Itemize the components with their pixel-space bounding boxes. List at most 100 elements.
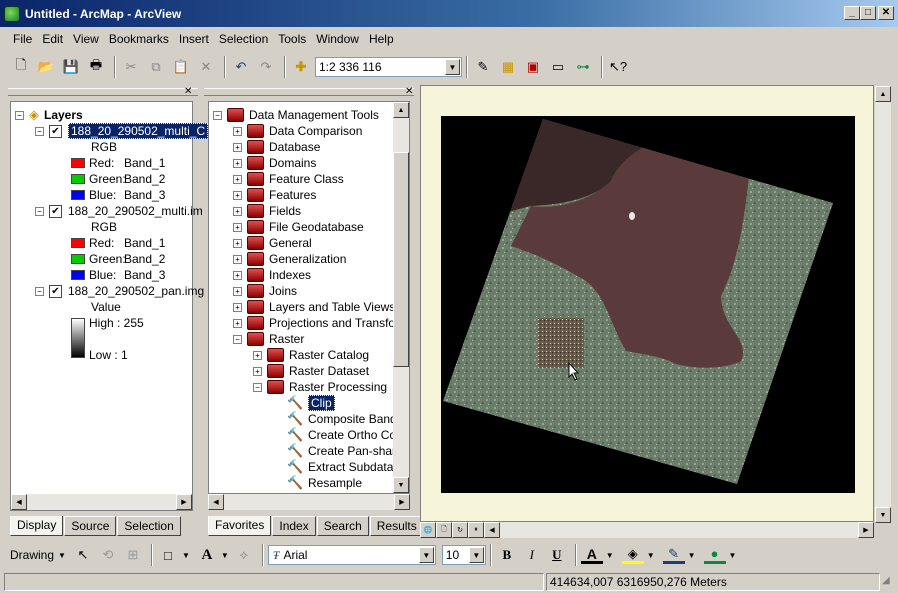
tool-item[interactable]: 🔨 Create Pan-sharp bbox=[287, 443, 403, 459]
tool-item[interactable]: 🔨 Composite Bands bbox=[287, 411, 403, 427]
undo-icon[interactable]: ↶ bbox=[230, 56, 252, 78]
rectangle-icon[interactable]: □ bbox=[157, 544, 179, 566]
toolset-raster-processing[interactable]: − Raster Processing bbox=[253, 379, 387, 395]
scroll-right-icon[interactable]: ▶ bbox=[394, 494, 410, 510]
expand-icon[interactable]: + bbox=[233, 270, 242, 280]
delete-icon[interactable]: ✕ bbox=[195, 56, 217, 78]
toolbox-grip[interactable] bbox=[204, 88, 414, 96]
expand-icon[interactable]: + bbox=[233, 174, 242, 184]
chevron-down-icon[interactable]: ▼ bbox=[58, 551, 66, 560]
layer-name[interactable]: 188_20_290502_pan.img bbox=[68, 284, 204, 298]
tab-source[interactable]: Source bbox=[64, 516, 117, 536]
menu-edit[interactable]: Edit bbox=[37, 32, 68, 46]
scroll-right-icon[interactable]: ▶ bbox=[176, 494, 192, 510]
toolbox-horizontal-scrollbar[interactable]: ◀ ▶ bbox=[208, 494, 410, 510]
toc-horizontal-scrollbar[interactable]: ◀ ▶ bbox=[11, 494, 192, 510]
close-button[interactable]: ✕ bbox=[878, 6, 894, 20]
toolbox-close-icon[interactable]: ✕ bbox=[405, 86, 413, 97]
tab-index[interactable]: Index bbox=[272, 516, 316, 536]
whats-this-help-icon[interactable]: ↖? bbox=[607, 56, 629, 78]
edit-vertices-icon[interactable]: ⟡ bbox=[233, 544, 255, 566]
expand-icon[interactable]: + bbox=[233, 238, 242, 248]
scroll-left-icon[interactable]: ◀ bbox=[208, 494, 224, 510]
menu-window[interactable]: Window bbox=[311, 32, 364, 46]
toolset-item[interactable]: + Raster Catalog bbox=[253, 347, 369, 363]
underline-button[interactable]: U bbox=[546, 544, 568, 566]
save-icon[interactable]: 💾 bbox=[60, 56, 82, 78]
font-name-combo[interactable]: Ŧ Arial ▼ bbox=[267, 545, 436, 565]
scroll-down-icon[interactable]: ▼ bbox=[393, 477, 409, 493]
collapse-icon[interactable]: − bbox=[233, 334, 242, 344]
toc-layer-2[interactable]: − ✔ 188_20_290502_multi.im bbox=[35, 203, 203, 219]
pause-drawing-icon[interactable]: ⏸ bbox=[468, 522, 484, 538]
command-line-icon[interactable]: ▭ bbox=[547, 56, 569, 78]
toolset-item[interactable]: + Projections and Transform bbox=[233, 315, 409, 331]
toolbox-root[interactable]: − Data Management Tools bbox=[213, 107, 379, 123]
layout-view-icon[interactable]: 🗋 bbox=[436, 522, 452, 538]
toc-layer-3[interactable]: − ✔ 188_20_290502_pan.img bbox=[35, 283, 204, 299]
model-builder-icon[interactable]: ⊶ bbox=[572, 56, 594, 78]
collapse-icon[interactable]: − bbox=[15, 110, 24, 120]
tool-item[interactable]: 🔨 Create Ortho Corr bbox=[287, 427, 404, 443]
chevron-down-icon[interactable]: ▼ bbox=[445, 59, 460, 75]
layer-visibility-checkbox[interactable]: ✔ bbox=[49, 204, 62, 218]
map-vertical-scrollbar[interactable]: ▲ ▼ bbox=[875, 86, 891, 523]
chevron-down-icon[interactable]: ▼ bbox=[647, 551, 655, 560]
toolset-item[interactable]: + Layers and Table Views bbox=[233, 299, 395, 315]
toolbox-vertical-scrollbar[interactable]: ▲ ▼ bbox=[393, 102, 409, 493]
map-scale-combo[interactable]: 1:2 336 116 ▼ bbox=[315, 57, 462, 77]
menu-selection[interactable]: Selection bbox=[214, 32, 273, 46]
print-icon[interactable]: 🖶 bbox=[85, 56, 107, 78]
collapse-icon[interactable]: − bbox=[35, 206, 44, 216]
expand-icon[interactable]: + bbox=[233, 158, 242, 168]
layer-visibility-checkbox[interactable]: ✔ bbox=[49, 284, 62, 298]
line-color-icon[interactable]: ✎ bbox=[662, 546, 685, 564]
expand-icon[interactable]: + bbox=[253, 350, 262, 360]
menu-file[interactable]: File bbox=[8, 32, 37, 46]
toolset-item[interactable]: + Fields bbox=[233, 203, 301, 219]
toolset-item[interactable]: + Features bbox=[233, 187, 316, 203]
tool-item[interactable]: 🔨 Resample bbox=[287, 475, 362, 491]
collapse-icon[interactable]: − bbox=[253, 382, 262, 392]
expand-icon[interactable]: + bbox=[233, 302, 242, 312]
expand-icon[interactable]: + bbox=[233, 254, 242, 264]
expand-icon[interactable]: + bbox=[253, 366, 262, 376]
chevron-down-icon[interactable]: ▼ bbox=[468, 547, 484, 563]
drawing-menu[interactable]: Drawing bbox=[10, 548, 54, 562]
toolset-item[interactable]: + Feature Class bbox=[233, 171, 344, 187]
layer-name[interactable]: 188_20_290502_multi.im bbox=[68, 204, 203, 218]
select-elements-icon[interactable]: ↖ bbox=[72, 544, 94, 566]
menu-tools[interactable]: Tools bbox=[273, 32, 311, 46]
expand-icon[interactable]: + bbox=[233, 206, 242, 216]
map-display[interactable]: ▲ ▼ bbox=[420, 85, 891, 523]
font-color-button[interactable]: A bbox=[580, 546, 603, 564]
scroll-left-icon[interactable]: ◀ bbox=[11, 494, 27, 510]
layer-visibility-checkbox[interactable]: ✔ bbox=[49, 124, 62, 138]
title-bar[interactable]: Untitled - ArcMap - ArcView _ □ ✕ bbox=[0, 0, 898, 27]
marker-color-icon[interactable]: ● bbox=[703, 546, 726, 564]
toc-root[interactable]: − ◈ Layers bbox=[15, 107, 83, 123]
tab-selection[interactable]: Selection bbox=[117, 516, 181, 536]
toc-layer-1[interactable]: − ✔ 188_20_290502_multi_C bbox=[35, 123, 209, 139]
expand-icon[interactable]: + bbox=[233, 318, 242, 328]
zoom-whole-page-icon[interactable]: ⊞ bbox=[122, 544, 144, 566]
expand-icon[interactable]: + bbox=[233, 222, 242, 232]
scroll-down-icon[interactable]: ▼ bbox=[875, 507, 891, 523]
menu-insert[interactable]: Insert bbox=[174, 32, 214, 46]
resize-grip-icon[interactable]: ◢ bbox=[882, 575, 896, 589]
chevron-down-icon[interactable]: ▼ bbox=[418, 547, 434, 563]
font-size-combo[interactable]: 10 ▼ bbox=[441, 545, 486, 565]
chevron-down-icon[interactable]: ▼ bbox=[688, 551, 696, 560]
scroll-up-icon[interactable]: ▲ bbox=[393, 102, 409, 118]
scroll-right-icon[interactable]: ▶ bbox=[858, 522, 874, 538]
chevron-down-icon[interactable]: ▼ bbox=[729, 551, 737, 560]
tab-search[interactable]: Search bbox=[316, 516, 369, 536]
chevron-down-icon[interactable]: ▼ bbox=[182, 551, 190, 560]
tab-display[interactable]: Display bbox=[10, 516, 64, 536]
copy-icon[interactable]: ⧉ bbox=[145, 56, 167, 78]
add-data-icon[interactable]: ✚ bbox=[290, 56, 312, 78]
scroll-thumb[interactable] bbox=[393, 152, 409, 367]
scroll-left-icon[interactable]: ◀ bbox=[484, 522, 500, 538]
toc-grip[interactable] bbox=[8, 88, 198, 96]
layer-name[interactable]: 188_20_290502_multi_C bbox=[68, 123, 209, 139]
